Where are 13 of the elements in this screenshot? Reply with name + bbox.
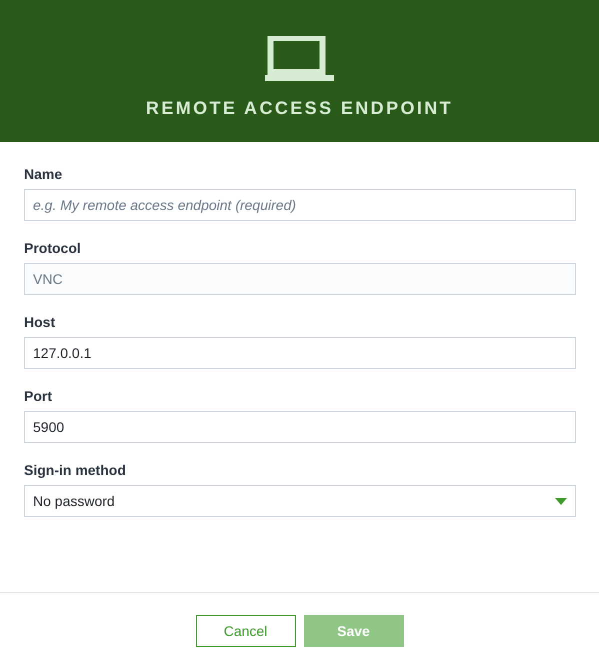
caret-icon xyxy=(555,498,567,504)
select-field[interactable]: No password xyxy=(24,485,576,517)
input-field[interactable]: 127.0.0.1 xyxy=(24,337,576,369)
laptop-icon xyxy=(265,36,334,82)
field-label: Sign-in method xyxy=(24,462,127,478)
input-field[interactable]: 5900 xyxy=(24,411,576,443)
cancel-button[interactable]: Cancel xyxy=(196,615,296,647)
input-field[interactable]: e.g. My remote access endpoint (required) xyxy=(24,189,576,221)
field-label: Host xyxy=(24,314,56,330)
dialog-title: REMOTE ACCESS ENDPOINT xyxy=(146,98,454,119)
field-label: Protocol xyxy=(24,240,82,256)
field-label: Name xyxy=(24,166,64,182)
field-label: Port xyxy=(24,388,53,404)
